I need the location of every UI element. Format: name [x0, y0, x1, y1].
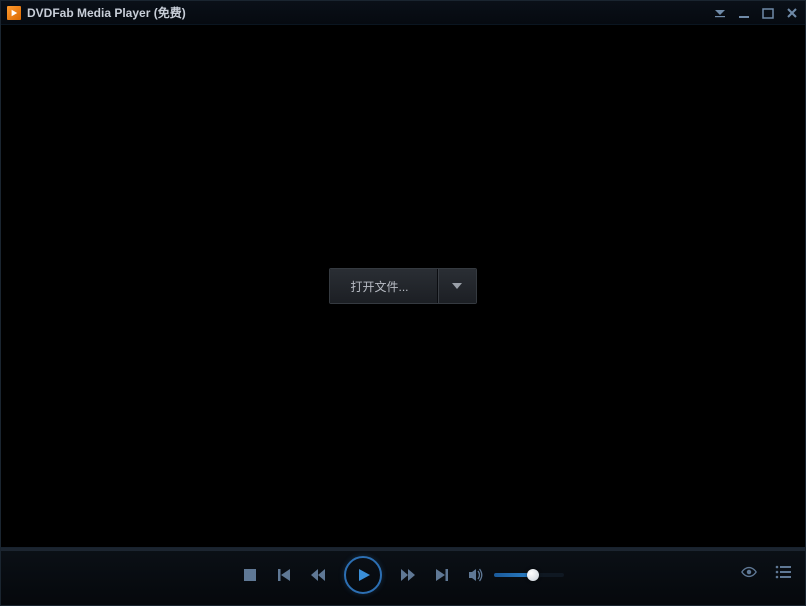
view-mode-icon[interactable] [741, 564, 757, 580]
open-file-dropdown[interactable] [438, 269, 476, 303]
fast-forward-button[interactable] [400, 567, 416, 583]
control-bar [1, 547, 805, 605]
volume-thumb[interactable] [527, 569, 539, 581]
volume-icon[interactable] [468, 567, 484, 583]
rewind-button[interactable] [310, 567, 326, 583]
playlist-icon[interactable] [775, 564, 791, 580]
titlebar: DVDFab Media Player (免费) [1, 1, 805, 25]
playback-controls [242, 556, 564, 594]
close-button[interactable] [785, 6, 799, 20]
previous-button[interactable] [276, 567, 292, 583]
next-button[interactable] [434, 567, 450, 583]
minimize-button[interactable] [737, 6, 751, 20]
progress-bar[interactable] [1, 548, 805, 551]
app-title: DVDFab Media Player (免费) [27, 4, 713, 21]
volume-control [468, 567, 564, 583]
right-controls [741, 564, 791, 580]
menu-dropdown-icon[interactable] [713, 6, 727, 20]
play-button[interactable] [344, 556, 382, 594]
window-buttons [713, 6, 799, 20]
maximize-button[interactable] [761, 6, 775, 20]
app-icon [7, 6, 21, 20]
open-file-label: 打开文件... [350, 278, 408, 295]
volume-slider[interactable] [494, 573, 564, 577]
open-file-group: 打开文件... [329, 268, 476, 304]
open-file-button[interactable]: 打开文件... [330, 269, 437, 303]
chevron-down-icon [452, 283, 462, 289]
stop-button[interactable] [242, 567, 258, 583]
video-area: 打开文件... [1, 25, 805, 547]
